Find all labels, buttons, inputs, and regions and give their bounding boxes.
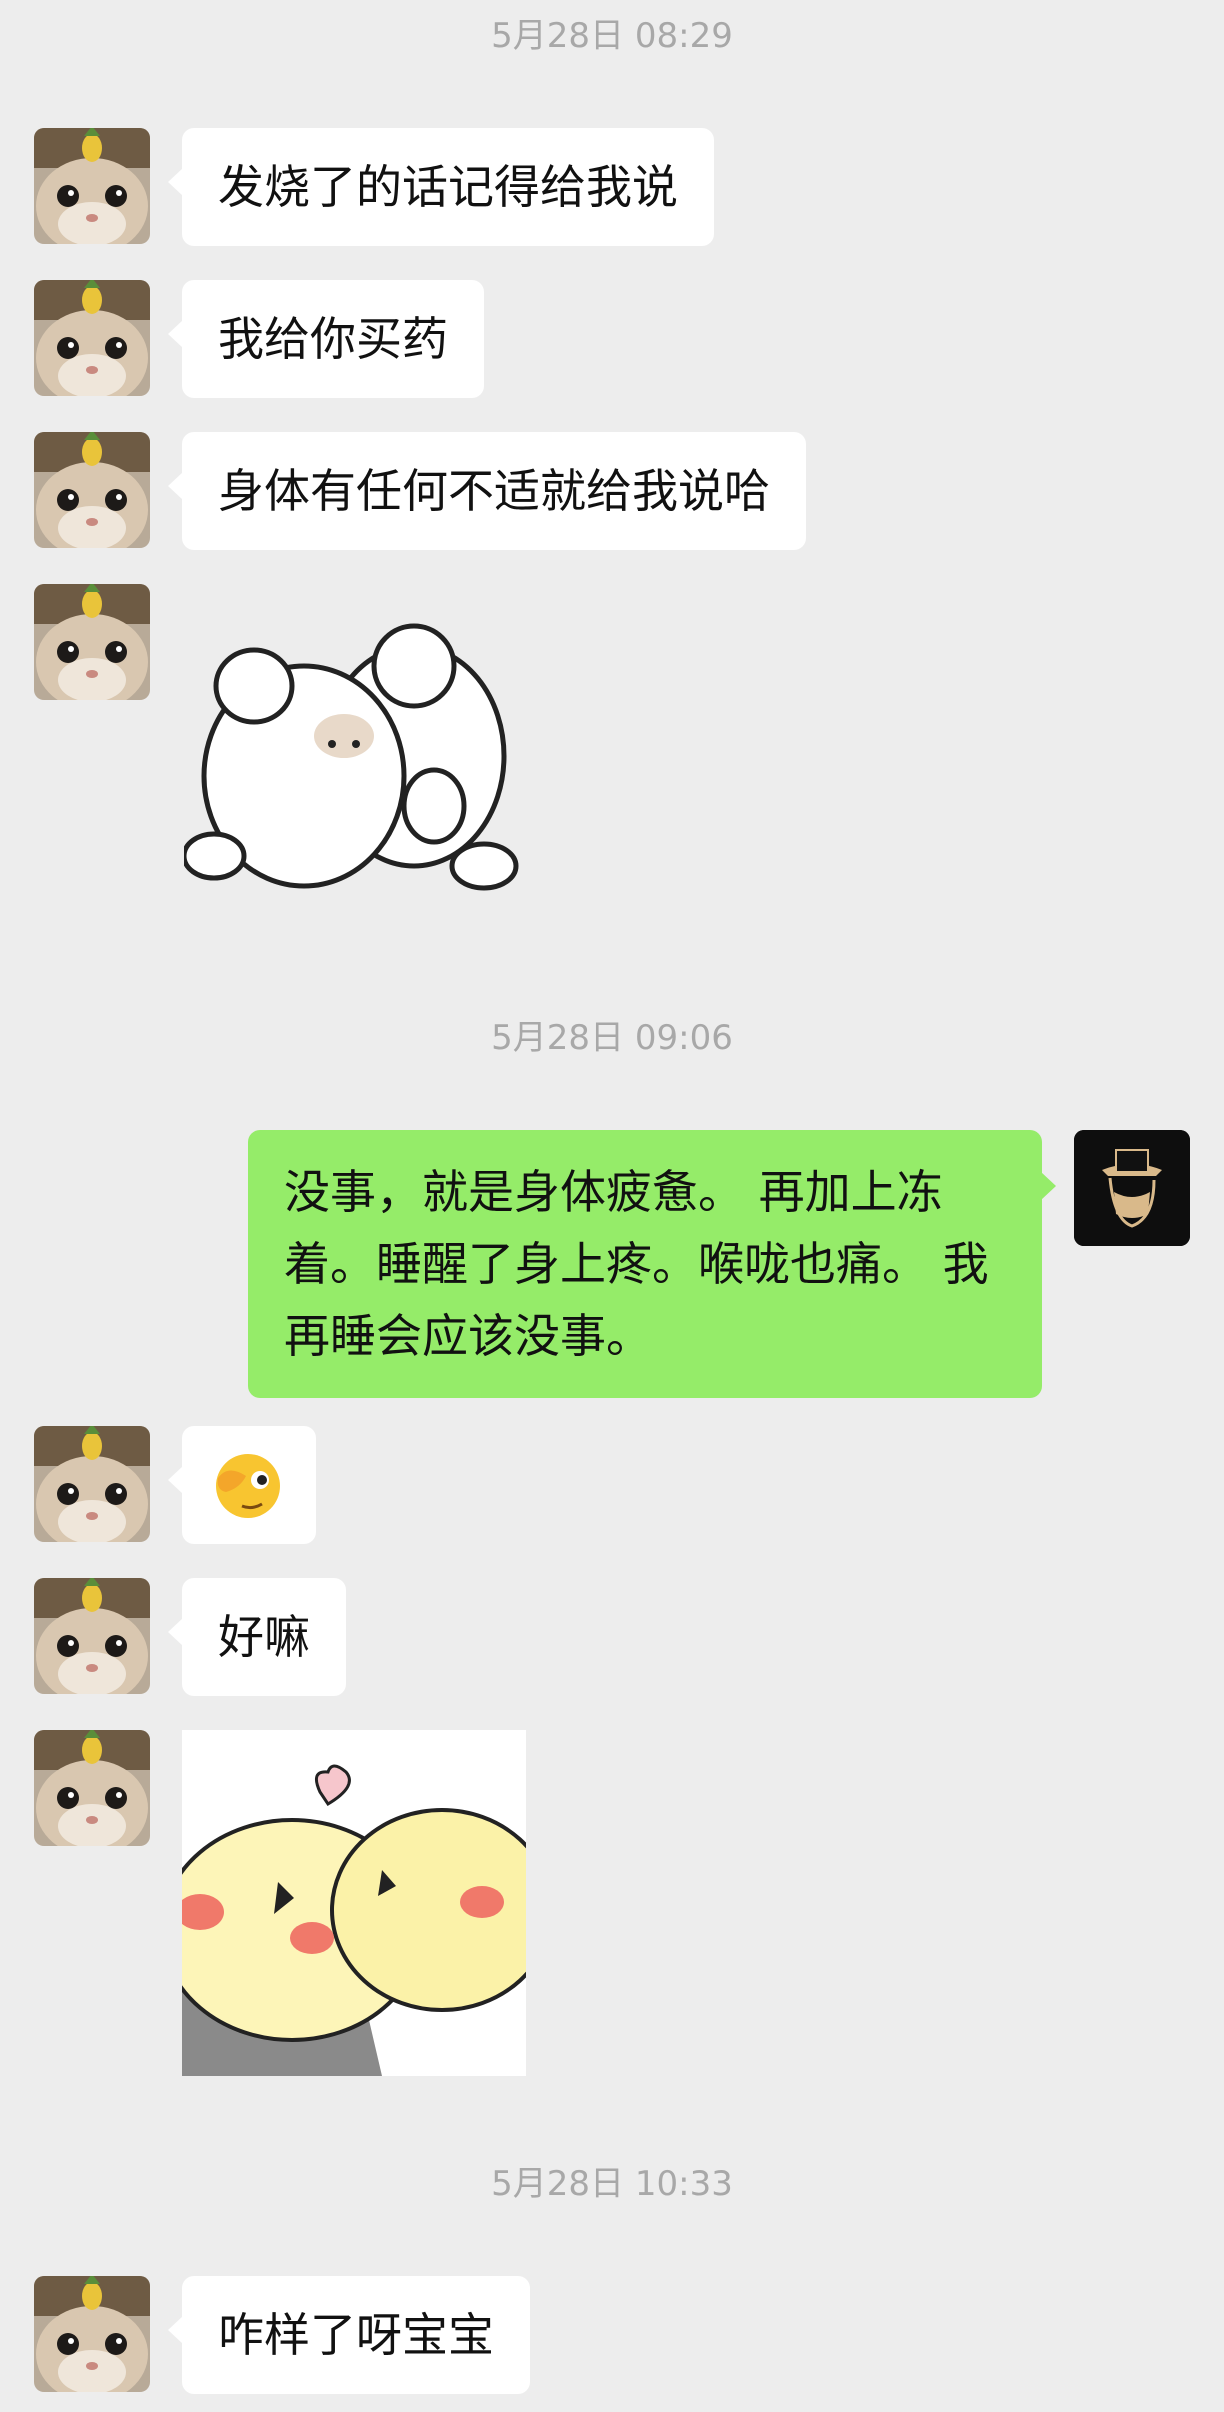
my-avatar[interactable] bbox=[1074, 1130, 1190, 1246]
contact-avatar[interactable] bbox=[34, 584, 150, 700]
message-bubble[interactable]: 我给你买药 bbox=[168, 280, 484, 398]
message-bubble[interactable]: 发烧了的话记得给我说 bbox=[168, 128, 714, 246]
contact-avatar[interactable] bbox=[34, 2276, 150, 2392]
bunny-hug-sticker[interactable] bbox=[181, 606, 524, 910]
contact-avatar[interactable] bbox=[34, 1730, 150, 1846]
message-bubble[interactable]: 身体有任何不适就给我说哈 bbox=[168, 432, 806, 550]
timestamp: 5月28日 10:33 bbox=[491, 2164, 733, 2204]
message-bubble[interactable]: 咋样了呀宝宝 bbox=[168, 2276, 530, 2394]
emoji-message-bubble[interactable] bbox=[168, 1426, 316, 1544]
contact-avatar[interactable] bbox=[34, 128, 150, 244]
face-with-hand-over-eye-emoji bbox=[216, 1454, 280, 1518]
contact-avatar[interactable] bbox=[34, 432, 150, 548]
my-message-bubble[interactable]: 没事，就是身体疲惫。 再加上冻着。睡醒了身上疼。喉咙也痛。 我再睡会应该没事。 bbox=[248, 1130, 1056, 1398]
yellow-birds-heart-sticker[interactable] bbox=[182, 1730, 526, 2076]
contact-avatar[interactable] bbox=[34, 1426, 150, 1542]
timestamp: 5月28日 09:06 bbox=[491, 1018, 733, 1058]
contact-avatar[interactable] bbox=[34, 280, 150, 396]
timestamp: 5月28日 08:29 bbox=[491, 16, 733, 56]
contact-avatar[interactable] bbox=[34, 1578, 150, 1694]
message-bubble[interactable]: 好嘛 bbox=[168, 1578, 346, 1696]
